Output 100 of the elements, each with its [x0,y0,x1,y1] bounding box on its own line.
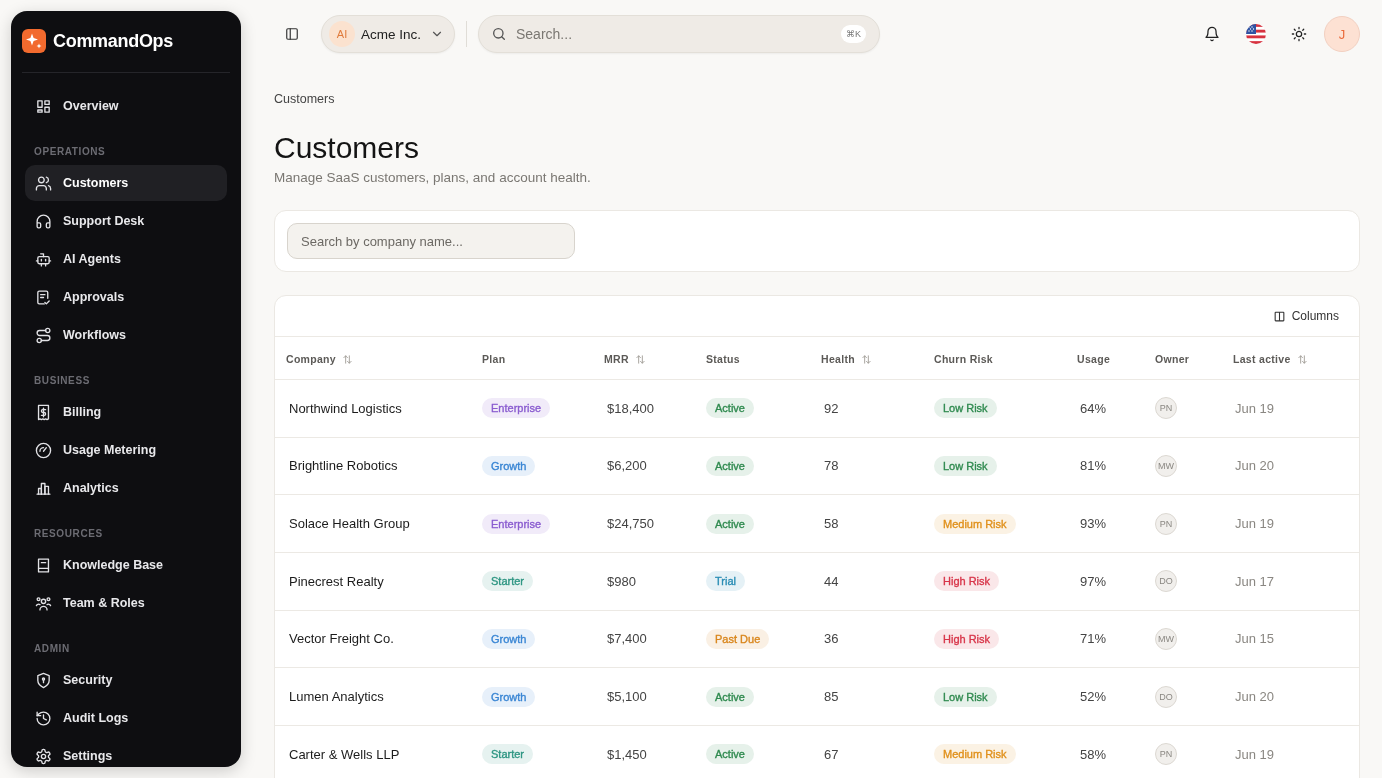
table-cell-text: 67 [823,746,840,762]
nav-item[interactable]: Support Desk [25,203,227,239]
column-header: Churn Risk [934,353,993,365]
sparkle-logo-icon [22,29,46,53]
table-cell-text: Jun 17 [1234,573,1276,589]
table-cell-text: 58% [1079,746,1108,762]
page-title: Customers [274,130,420,166]
nav-item[interactable]: Settings [25,738,227,767]
plan-badge: Growth [482,456,536,476]
column-header[interactable]: Last active [1233,353,1308,365]
plan-badge: Enterprise [482,398,551,419]
nav-item[interactable]: Workflows [25,317,227,353]
owner-avatar: PN [1155,397,1177,420]
table-cell-text: Carter & Wells LLP [288,746,401,762]
company-search-field[interactable]: Search by company name... [287,223,575,259]
users-icon [35,174,52,192]
risk-badge: Medium Risk [934,744,1016,765]
book-icon [35,556,52,574]
column-header: Usage [1077,353,1110,365]
owner-avatar: MW [1155,627,1177,650]
history-icon [35,709,52,727]
status-badge: Active [706,744,754,765]
organization-switcher[interactable]: AI Acme Inc. [321,15,455,53]
gauge-icon [35,441,52,459]
theme-toggle-icon[interactable] [1291,26,1307,42]
nav-item[interactable]: Usage Metering [25,432,227,468]
section-label: RESOURCES [33,527,104,541]
table-cell-text: 92 [823,400,840,416]
table-cell-text: 71% [1079,631,1108,647]
table-cell-text: 52% [1079,689,1108,705]
nav-item[interactable]: Billing [25,394,227,430]
table-cell-text: Jun 15 [1234,631,1276,647]
notifications-icon[interactable] [1204,26,1220,42]
column-header[interactable]: Health [821,353,872,365]
section-label: ADMIN [33,642,71,656]
table-cell-text: 97% [1079,573,1108,589]
table-cell-text: Jun 19 [1234,516,1276,532]
column-header: Owner [1155,353,1190,365]
owner-avatar: DO [1155,685,1177,708]
receipt-icon [35,403,52,421]
nav-item[interactable]: Analytics [25,470,227,506]
risk-badge: Medium Risk [934,513,1016,534]
sort-icon [860,353,872,365]
robot-icon [35,250,52,268]
column-header: Plan [482,353,506,365]
plan-badge: Growth [482,686,536,707]
table-cell-text: $7,400 [606,631,648,647]
page-subtitle: Manage SaaS customers, plans, and account health. [274,169,591,187]
table-cell-text: Jun 20 [1234,689,1276,705]
document-check-icon [35,288,52,306]
table-cell-text: 58 [823,516,840,532]
nav-item[interactable]: Approvals [25,279,227,315]
status-badge: Past Due [706,628,770,649]
table-cell-text: Brightline Robotics [288,458,399,474]
owner-avatar: PN [1155,512,1177,535]
search-icon [491,26,507,42]
table-cell-text: 64% [1079,400,1108,416]
nav-item[interactable]: Customers [25,165,227,201]
plan-badge: Enterprise [482,513,551,534]
grid-icon [35,97,52,115]
table-cell-text: $980 [606,573,637,589]
status-badge: Active [706,686,754,707]
headset-icon [35,212,52,230]
plan-badge: Growth [482,628,536,649]
organization-avatar: AI [329,21,355,47]
people-icon [35,594,52,612]
column-header[interactable]: Company [286,353,353,365]
nav-item[interactable]: Overview [25,88,227,124]
section-label: BUSINESS [33,374,91,388]
owner-avatar: DO [1155,570,1177,593]
shield-icon [35,671,52,689]
breadcrumb: Customers [274,91,335,108]
table-cell-text: 78 [823,458,840,474]
columns-button[interactable]: Columns [1266,305,1345,327]
table-cell-text: $24,750 [606,516,655,532]
status-badge: Active [706,513,754,534]
owner-avatar: MW [1155,455,1177,477]
table-cell-text: Northwind Logistics [288,400,403,416]
flag-icon[interactable] [1246,24,1266,44]
sidebar-toggle-icon[interactable] [285,27,299,41]
table-cell-text: Vector Freight Co. [288,631,395,647]
plan-badge: Starter [482,571,533,592]
risk-badge: High Risk [934,571,1000,592]
nav-item[interactable]: AI Agents [25,241,227,277]
column-header[interactable]: MRR [604,353,646,365]
risk-badge: Low Risk [934,398,997,419]
nav-item[interactable]: Knowledge Base [25,547,227,583]
status-badge: Active [706,456,754,476]
nav-item[interactable]: Team & Roles [25,585,227,621]
table-cell-text: 85 [823,689,840,705]
brand-name: CommandOps [53,30,173,52]
table-cell-text: Lumen Analytics [288,689,385,705]
risk-badge: High Risk [934,628,1000,649]
status-badge: Trial [706,571,745,592]
sort-icon [634,353,646,365]
table-cell-text: Pinecrest Realty [288,573,385,589]
nav-item[interactable]: Security [25,662,227,698]
column-header: Status [706,353,740,365]
nav-item[interactable]: Audit Logs [25,700,227,736]
plan-badge: Starter [482,744,533,765]
